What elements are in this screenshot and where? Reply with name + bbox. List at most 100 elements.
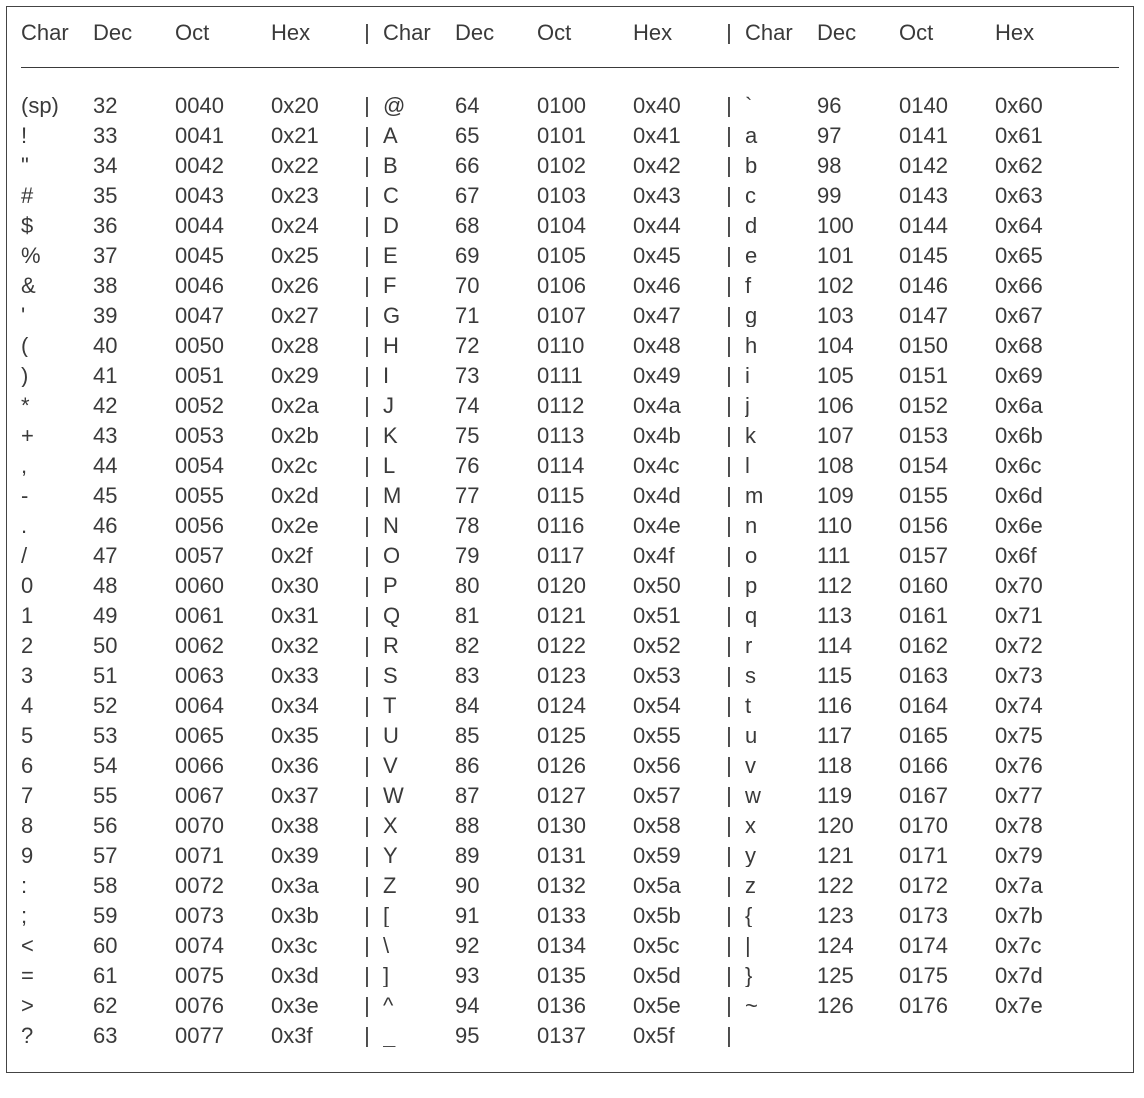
cell-hex: 0x76 — [995, 754, 1075, 777]
column-separator: | — [351, 94, 383, 117]
cell-dec: 70 — [455, 274, 537, 297]
cell-oct: 0137 — [537, 1024, 633, 1047]
cell-dec: 119 — [817, 784, 899, 807]
cell-oct: 0123 — [537, 664, 633, 687]
column-separator: | — [713, 604, 745, 627]
cell-char: m — [745, 484, 817, 507]
cell-char: O — [383, 544, 455, 567]
cell-hex: 0x61 — [995, 124, 1075, 147]
cell-oct: 0156 — [899, 514, 995, 537]
cell-hex: 0x3d — [271, 964, 351, 987]
cell-char: v — [745, 754, 817, 777]
cell-hex: 0x27 — [271, 304, 351, 327]
table-row: 04800600x30|P8001200x50|p11201600x70 — [21, 574, 1119, 604]
cell-hex: 0x5c — [633, 934, 713, 957]
cell-dec: 114 — [817, 634, 899, 657]
cell-oct: 0104 — [537, 214, 633, 237]
cell-oct: 0100 — [537, 94, 633, 117]
cell-dec: 94 — [455, 994, 537, 1017]
cell-char: J — [383, 394, 455, 417]
cell-char: d — [745, 214, 817, 237]
cell-char: @ — [383, 94, 455, 117]
table-row: :5800720x3a|Z9001320x5a|z12201720x7a — [21, 874, 1119, 904]
cell-dec: 121 — [817, 844, 899, 867]
cell-char: S — [383, 664, 455, 687]
cell-dec: 109 — [817, 484, 899, 507]
table-row: &3800460x26|F7001060x46|f10201460x66 — [21, 274, 1119, 304]
column-separator: | — [351, 454, 383, 477]
header-dec-2: Dec — [455, 21, 537, 44]
cell-oct: 0102 — [537, 154, 633, 177]
cell-hex: 0x25 — [271, 244, 351, 267]
cell-dec: 34 — [93, 154, 175, 177]
cell-dec: 38 — [93, 274, 175, 297]
column-separator: | — [351, 514, 383, 537]
cell-hex: 0x5a — [633, 874, 713, 897]
cell-oct: 0155 — [899, 484, 995, 507]
cell-hex: 0x6d — [995, 484, 1075, 507]
cell-dec: 103 — [817, 304, 899, 327]
column-separator: | — [713, 334, 745, 357]
cell-dec: 36 — [93, 214, 175, 237]
cell-hex: 0x24 — [271, 214, 351, 237]
cell-char: + — [21, 424, 93, 447]
header-sep-2: | — [713, 21, 745, 44]
cell-oct: 0111 — [537, 364, 633, 387]
cell-char: p — [745, 574, 817, 597]
cell-hex: 0x38 — [271, 814, 351, 837]
column-separator: | — [713, 664, 745, 687]
cell-hex: 0x7a — [995, 874, 1075, 897]
cell-hex: 0x32 — [271, 634, 351, 657]
cell-char: Y — [383, 844, 455, 867]
cell-hex: 0x4a — [633, 394, 713, 417]
cell-dec: 93 — [455, 964, 537, 987]
column-separator: | — [713, 184, 745, 207]
cell-oct: 0053 — [175, 424, 271, 447]
table-row: >6200760x3e|^9401360x5e|~12601760x7e — [21, 994, 1119, 1024]
column-separator: | — [351, 784, 383, 807]
cell-dec: 71 — [455, 304, 537, 327]
cell-oct: 0040 — [175, 94, 271, 117]
cell-oct: 0143 — [899, 184, 995, 207]
header-oct-3: Oct — [899, 21, 995, 44]
cell-hex: 0x50 — [633, 574, 713, 597]
cell-oct: 0103 — [537, 184, 633, 207]
cell-dec: 86 — [455, 754, 537, 777]
cell-char: D — [383, 214, 455, 237]
cell-hex: 0x53 — [633, 664, 713, 687]
column-separator: | — [713, 994, 745, 1017]
cell-char: / — [21, 544, 93, 567]
cell-hex: 0x7e — [995, 994, 1075, 1017]
cell-dec: 107 — [817, 424, 899, 447]
cell-char: ~ — [745, 994, 817, 1017]
cell-char: 6 — [21, 754, 93, 777]
cell-dec: 59 — [93, 904, 175, 927]
cell-oct: 0114 — [537, 454, 633, 477]
cell-char: - — [21, 484, 93, 507]
cell-dec: 48 — [93, 574, 175, 597]
cell-oct: 0141 — [899, 124, 995, 147]
column-separator: | — [713, 94, 745, 117]
column-separator: | — [713, 274, 745, 297]
cell-hex: 0x65 — [995, 244, 1075, 267]
cell-hex: 0x66 — [995, 274, 1075, 297]
cell-oct: 0043 — [175, 184, 271, 207]
cell-hex: 0x78 — [995, 814, 1075, 837]
cell-hex: 0x44 — [633, 214, 713, 237]
column-separator: | — [713, 814, 745, 837]
cell-hex: 0x36 — [271, 754, 351, 777]
cell-dec: 75 — [455, 424, 537, 447]
cell-char: ? — [21, 1024, 93, 1047]
cell-hex: 0x48 — [633, 334, 713, 357]
cell-oct: 0073 — [175, 904, 271, 927]
cell-oct: 0173 — [899, 904, 995, 927]
cell-hex: 0x51 — [633, 604, 713, 627]
cell-char: < — [21, 934, 93, 957]
cell-oct: 0147 — [899, 304, 995, 327]
cell-dec: 43 — [93, 424, 175, 447]
cell-char: * — [21, 394, 93, 417]
cell-oct: 0125 — [537, 724, 633, 747]
column-separator: | — [713, 244, 745, 267]
cell-dec: 106 — [817, 394, 899, 417]
cell-char: X — [383, 814, 455, 837]
